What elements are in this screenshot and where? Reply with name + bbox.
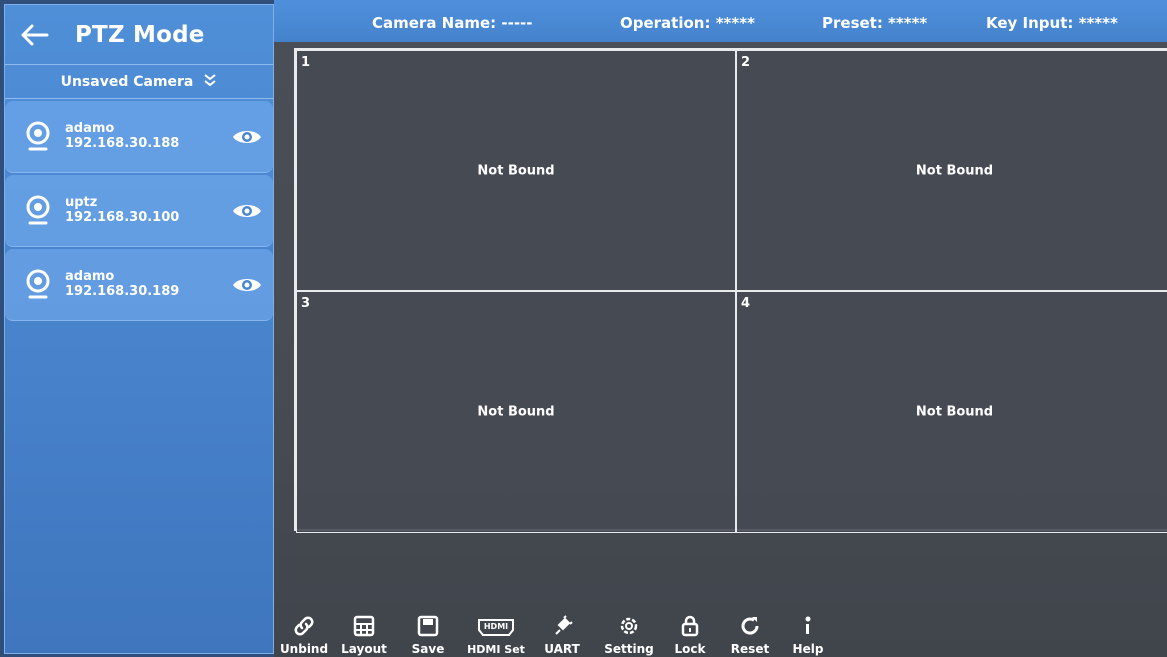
unbind-label: Unbind (279, 642, 329, 656)
key-input-status: Key Input: ***** (986, 14, 1118, 32)
cell-number: 2 (741, 55, 751, 70)
cell-number: 3 (301, 296, 311, 311)
hdmi-set-button[interactable]: HDMI HDMI Set (460, 615, 532, 656)
camera-name: adamo (65, 268, 115, 284)
page-title: PTZ Mode (75, 21, 205, 48)
operation-status: Operation: ***** (620, 14, 755, 32)
layout-button[interactable]: Layout (334, 614, 394, 656)
preset-status: Preset: ***** (822, 14, 928, 32)
cell-number: 1 (301, 55, 311, 70)
plug-icon (555, 615, 573, 635)
setting-button[interactable]: Setting (596, 614, 662, 656)
bottom-toolbar: Unbind Layout Save HDMI HDMI Set UART Se… (279, 596, 830, 656)
help-button[interactable]: Help (786, 614, 830, 656)
eye-icon[interactable] (231, 126, 263, 148)
main-panel: Camera Name: ----- Operation: ***** Pres… (274, 0, 1167, 657)
lock-icon (681, 615, 699, 637)
hdmi-set-label: HDMI Set (467, 643, 525, 656)
camera-info: uptz 192.168.30.100 (65, 194, 231, 226)
webcam-icon (26, 195, 50, 224)
uart-label: UART (544, 642, 580, 656)
camera-cell[interactable]: 1 Not Bound (296, 50, 736, 291)
camera-info: adamo 192.168.30.188 (65, 120, 231, 152)
double-chevron-down-icon (203, 73, 217, 90)
reset-button[interactable]: Reset (724, 614, 776, 656)
lock-label: Lock (674, 642, 706, 656)
camera-ip: 192.168.30.100 (65, 209, 180, 225)
unbind-button[interactable]: Unbind (279, 614, 329, 656)
sidebar-header: PTZ Mode (5, 5, 273, 65)
save-button[interactable]: Save (402, 614, 454, 656)
camera-list-item[interactable]: adamo 192.168.30.188 (5, 101, 273, 173)
gear-icon (620, 617, 638, 635)
camera-cell[interactable]: 2 Not Bound (736, 50, 1167, 291)
cell-status: Not Bound (915, 404, 994, 420)
save-label: Save (411, 642, 445, 656)
status-bar: Camera Name: ----- Operation: ***** Pres… (274, 0, 1167, 42)
uart-button[interactable]: UART (536, 614, 588, 656)
camera-info: adamo 192.168.30.189 (65, 268, 231, 300)
camera-grid: 1 Not Bound 2 Not Bound 3 Not Bound 4 No… (294, 48, 1167, 533)
reset-icon (741, 617, 759, 635)
hdmi-icon: HDMI (478, 619, 514, 636)
cell-status: Not Bound (477, 404, 555, 420)
back-arrow-icon[interactable] (19, 20, 53, 50)
camera-cell[interactable]: 3 Not Bound (296, 291, 736, 533)
camera-name: uptz (65, 194, 98, 210)
camera-name: adamo (65, 120, 115, 136)
camera-ip: 192.168.30.188 (65, 135, 180, 151)
grid-icon (353, 615, 375, 637)
cell-number: 4 (741, 296, 751, 311)
camera-ip: 192.168.30.189 (65, 283, 180, 299)
unsaved-camera-toggle[interactable]: Unsaved Camera (5, 65, 273, 99)
svg-text:HDMI: HDMI (484, 622, 508, 631)
help-label: Help (792, 642, 824, 656)
eye-icon[interactable] (231, 200, 263, 222)
webcam-icon (26, 269, 50, 298)
camera-list-item[interactable]: uptz 192.168.30.100 (5, 175, 273, 247)
layout-label: Layout (341, 642, 387, 656)
camera-name-status: Camera Name: ----- (372, 14, 533, 32)
save-icon (417, 615, 439, 637)
reset-label: Reset (730, 642, 770, 656)
webcam-icon (26, 121, 50, 150)
cell-status: Not Bound (477, 163, 555, 178)
eye-icon[interactable] (231, 274, 263, 296)
help-icon (805, 616, 811, 634)
camera-list-item[interactable]: adamo 192.168.30.189 (5, 249, 273, 321)
link-icon (294, 616, 314, 636)
lock-button[interactable]: Lock (666, 614, 714, 656)
unsaved-camera-label: Unsaved Camera (60, 73, 194, 90)
sidebar: PTZ Mode Unsaved Camera adamo 192.168.30… (4, 4, 274, 654)
cell-status: Not Bound (915, 163, 994, 178)
setting-label: Setting (604, 642, 654, 656)
camera-cell[interactable]: 4 Not Bound (736, 291, 1167, 533)
